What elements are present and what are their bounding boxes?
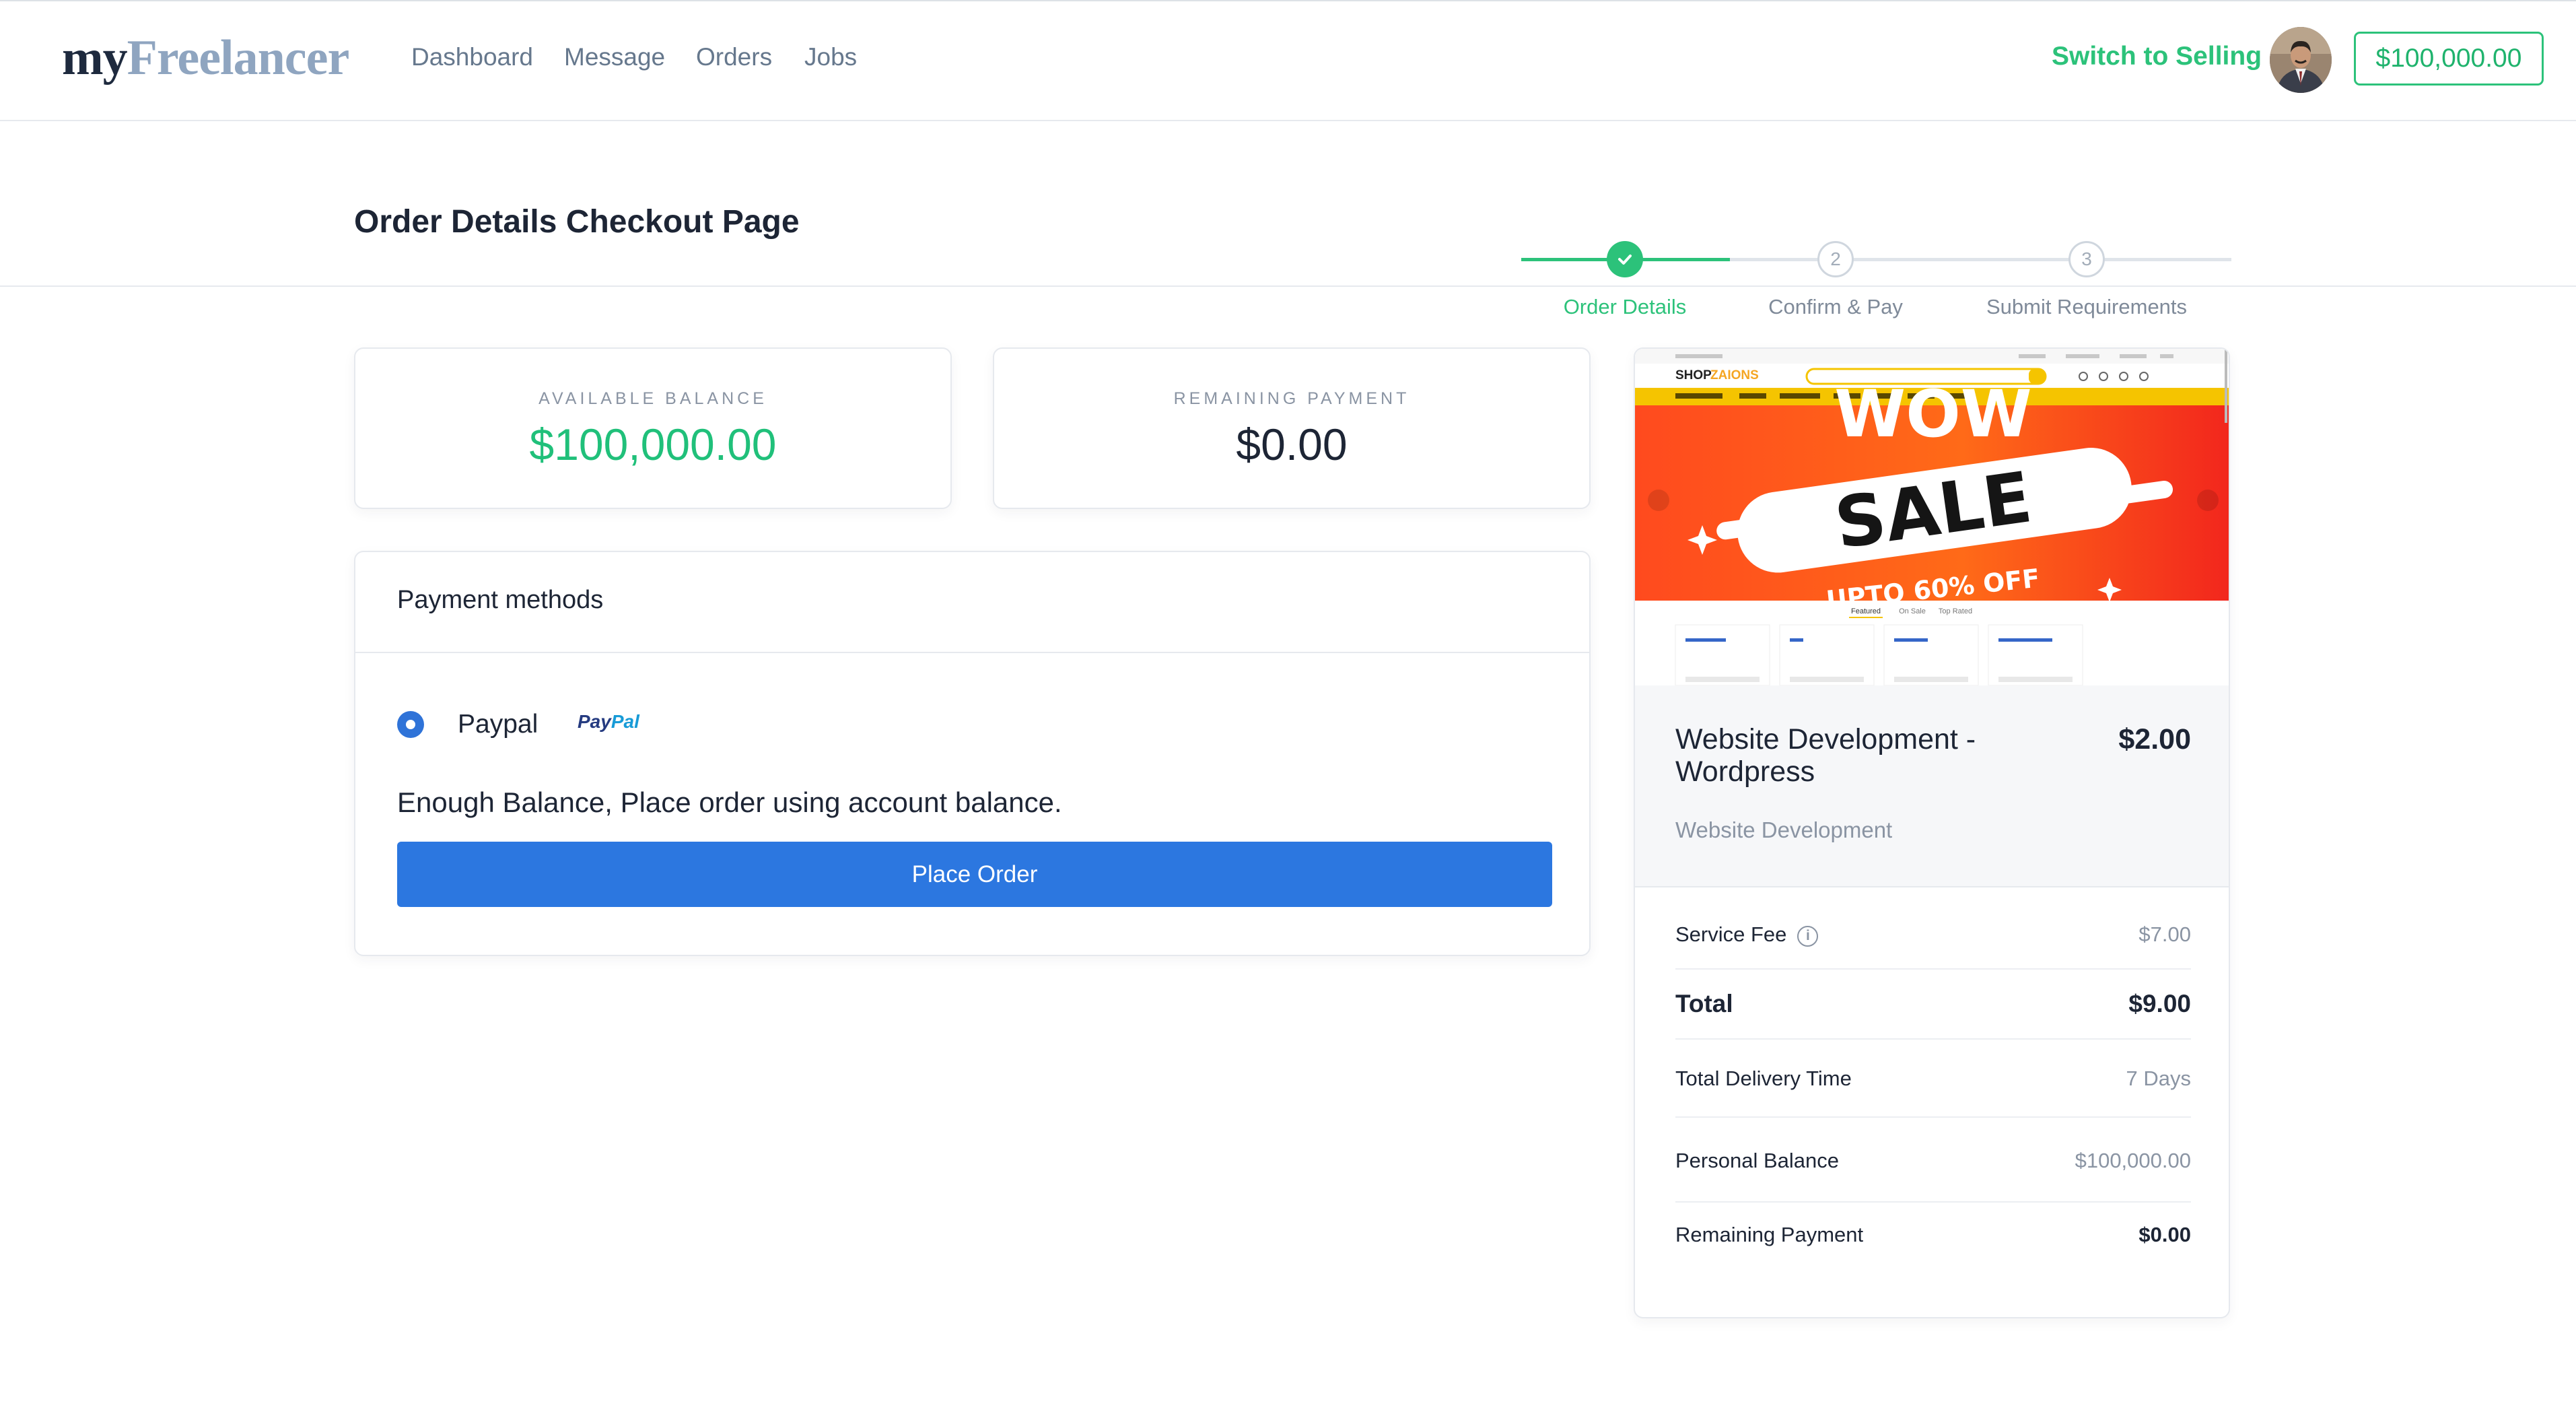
total-value: $9.00 xyxy=(2128,990,2191,1017)
step-2-circle: 2 xyxy=(1817,241,1854,277)
payment-methods-title: Payment methods xyxy=(397,586,604,614)
thumb-tab-0: Featured xyxy=(1851,607,1881,615)
available-balance-value: $100,000.00 xyxy=(529,419,777,469)
thumb-shop-brand-a: SHOP xyxy=(1675,368,1712,382)
nav-dashboard[interactable]: Dashboard xyxy=(411,43,533,71)
available-balance-card: AVAILABLE BALANCE $100,000.00 xyxy=(354,347,952,509)
remaining-payment-value: $0.00 xyxy=(1236,419,1348,469)
service-fee-label-wrap: Service Fee i xyxy=(1675,922,1819,947)
remaining-payment-summary-label: Remaining Payment xyxy=(1675,1223,1864,1246)
nav-message[interactable]: Message xyxy=(564,43,665,71)
paypal-radio[interactable] xyxy=(397,711,424,738)
paypal-logo-pay: Pay xyxy=(578,711,611,732)
gig-category: Website Development xyxy=(1675,817,1893,842)
place-order-button[interactable]: Place Order xyxy=(397,842,1552,907)
gig-thumbnail-image: SHOP ZAIONS WOW SALE UPTO 60% OFF Featur… xyxy=(1635,349,2229,685)
balance-message: Enough Balance, Place order using accoun… xyxy=(397,786,1062,818)
remaining-payment-summary-value: $0.00 xyxy=(2138,1223,2191,1246)
header-balance-button[interactable]: $100,000.00 xyxy=(2354,32,2544,86)
total-label: Total xyxy=(1675,990,1733,1017)
remaining-payment-label: REMAINING PAYMENT xyxy=(1173,389,1410,408)
logo-my: my xyxy=(62,30,128,86)
avatar-image xyxy=(2270,27,2332,93)
checkout-stepper: 2 3 Order Details Confirm & Pay Submit R… xyxy=(1521,187,2231,318)
gig-price: $2.00 xyxy=(2118,723,2191,755)
app-logo[interactable]: myFreelancer xyxy=(62,30,349,87)
service-fee-label: Service Fee xyxy=(1675,922,1787,946)
gig-title[interactable]: Website Development - Wordpress xyxy=(1675,723,2052,788)
order-summary-card: SHOP ZAIONS WOW SALE UPTO 60% OFF Featur… xyxy=(1634,347,2230,1318)
step-1-check-icon xyxy=(1607,241,1643,277)
paypal-option-label[interactable]: Paypal xyxy=(458,710,538,739)
paypal-logo-pal: Pal xyxy=(611,711,639,732)
total-row: Total $9.00 xyxy=(1675,970,2191,1040)
paypal-logo: PayPal xyxy=(578,711,639,733)
delivery-time-value: 7 Days xyxy=(2126,1067,2191,1090)
service-fee-row: Service Fee i $7.00 xyxy=(1675,900,2191,970)
personal-balance-label: Personal Balance xyxy=(1675,1149,1839,1172)
step-1-label[interactable]: Order Details xyxy=(1564,295,1687,319)
nav-orders[interactable]: Orders xyxy=(696,43,772,71)
personal-balance-value: $100,000.00 xyxy=(2075,1149,2191,1172)
payment-methods-card: Payment methods Paypal PayPal Enough Bal… xyxy=(354,551,1591,956)
logo-freelancer: Freelancer xyxy=(127,30,350,86)
remaining-payment-card: REMAINING PAYMENT $0.00 xyxy=(993,347,1591,509)
available-balance-label: AVAILABLE BALANCE xyxy=(538,389,767,408)
payment-divider xyxy=(355,652,1589,653)
checkout-subheader: Order Details Checkout Page 2 3 Order De… xyxy=(0,121,2576,318)
stepper-line-pending xyxy=(1730,258,2231,261)
service-fee-value: $7.00 xyxy=(2138,922,2191,946)
nav-jobs[interactable]: Jobs xyxy=(804,43,857,71)
remaining-payment-row: Remaining Payment $0.00 xyxy=(1675,1203,2191,1273)
thumb-shop-brand-b: ZAIONS xyxy=(1710,368,1759,382)
step-3-label[interactable]: Submit Requirements xyxy=(1986,295,2187,319)
delivery-time-row: Total Delivery Time 7 Days xyxy=(1675,1040,2191,1118)
top-navbar: myFreelancer Dashboard Message Orders Jo… xyxy=(0,0,2576,121)
thumb-tab-1: On Sale xyxy=(1899,607,1926,615)
page-title: Order Details Checkout Page xyxy=(354,204,800,240)
info-icon[interactable]: i xyxy=(1797,926,1819,947)
step-3-circle: 3 xyxy=(2068,241,2105,277)
switch-to-selling-link[interactable]: Switch to Selling xyxy=(2052,42,2262,71)
gig-info: Website Development - Wordpress $2.00 We… xyxy=(1635,685,2229,887)
personal-balance-row: Personal Balance $100,000.00 xyxy=(1675,1118,2191,1203)
gig-thumbnail[interactable]: SHOP ZAIONS WOW SALE UPTO 60% OFF Featur… xyxy=(1635,349,2229,685)
thumb-banner-top: WOW xyxy=(1834,376,2031,452)
user-avatar[interactable] xyxy=(2270,27,2332,93)
thumb-tab-2: Top Rated xyxy=(1939,607,1972,615)
step-2-label[interactable]: Confirm & Pay xyxy=(1768,295,1903,319)
delivery-time-label: Total Delivery Time xyxy=(1675,1067,1852,1090)
